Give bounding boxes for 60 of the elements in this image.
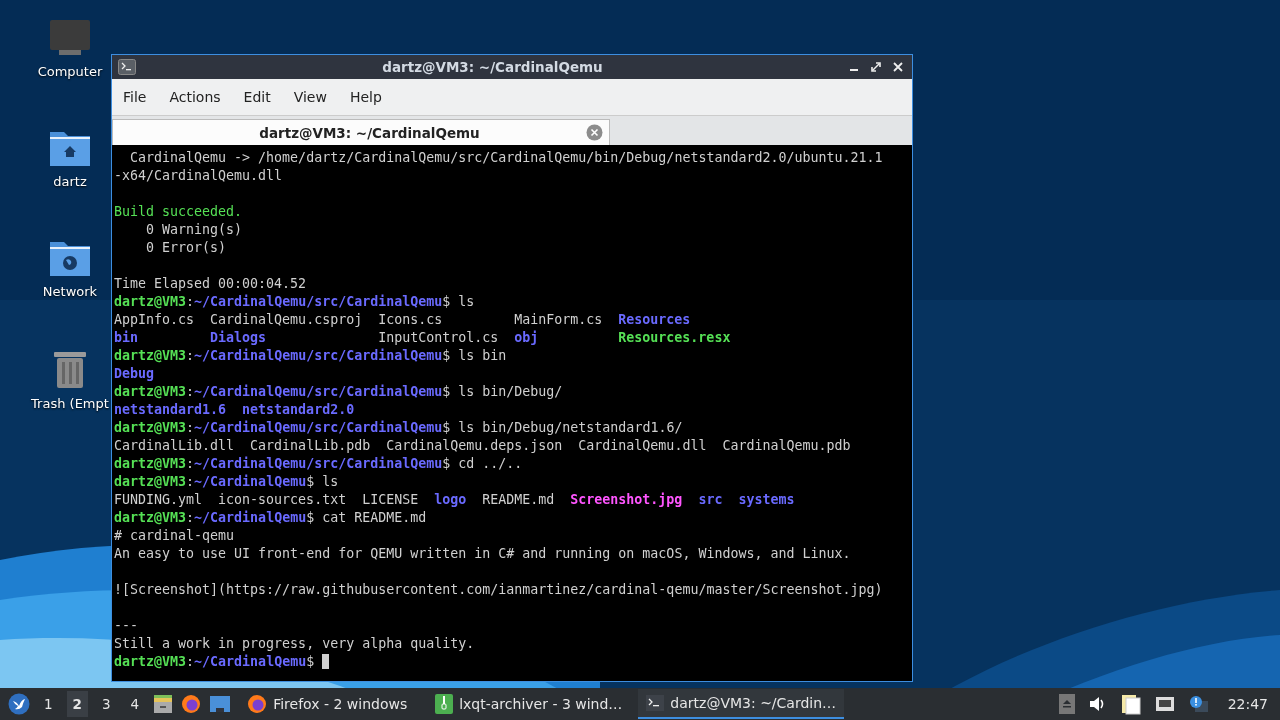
- menu-item[interactable]: Help: [348, 87, 390, 107]
- firefox-icon: [247, 694, 268, 714]
- terminal-line: An easy to use UI front-end for QEMU written in C# and running on macOS, Windows, and Linux.: [114, 545, 851, 563]
- window-icon[interactable]: [209, 695, 232, 713]
- terminal-line: AppInfo.cs CardinalQemu.csproj Icons.cs MainForm.cs Resources: [114, 311, 691, 329]
- terminal-line: # cardinal-qemu: [114, 527, 235, 545]
- taskbar-task[interactable]: dartz@VM3: ~/Cardin…: [638, 689, 845, 719]
- file-cabinet-icon[interactable]: [153, 694, 174, 714]
- terminal-line: dartz@VM3:~/CardinalQemu$ ls: [114, 473, 339, 491]
- desktop-icon-label[interactable]: Trash (Empt: [31, 396, 109, 411]
- menu-item[interactable]: Actions: [168, 87, 229, 107]
- window-title: dartz@VM3: ~/CardinalQemu: [381, 59, 604, 75]
- bird-logo-icon[interactable]: [8, 693, 30, 715]
- monitor-icon[interactable]: [49, 18, 91, 58]
- terminal-line: dartz@VM3:~/CardinalQemu/src/CardinalQemu$ ls bin/Debug/netstandard1.6/: [114, 419, 683, 437]
- terminal-line: dartz@VM3:~/CardinalQemu/src/CardinalQemu$ ls bin: [114, 347, 507, 365]
- menu-item[interactable]: View: [292, 87, 335, 107]
- desktop-icon-label[interactable]: Network: [42, 284, 98, 299]
- terminal-line: dartz@VM3:~/CardinalQemu$ cat README.md: [114, 509, 427, 527]
- workspace-button[interactable]: 3: [96, 691, 117, 717]
- eject-icon[interactable]: [1058, 694, 1075, 714]
- menu-item[interactable]: File: [122, 87, 155, 107]
- terminal-line: -x64/CardinalQemu.dll: [114, 167, 283, 185]
- terminal-line: CardinalQemu -> /home/dartz/CardinalQemu/src/CardinalQemu/bin/Debug/netstandard2.0/ubuntu.21.1: [129, 149, 883, 167]
- workspace-button[interactable]: 1: [38, 691, 59, 717]
- desktop-icon-label[interactable]: dartz: [53, 174, 87, 189]
- notification-icon[interactable]: [1188, 695, 1209, 713]
- terminal-tab[interactable]: dartz@VM3: ~/CardinalQemu: [112, 119, 610, 145]
- terminal-line: netstandard1.6 netstandard2.0: [114, 401, 355, 419]
- terminal-line: Still a work in progress, very alpha quality.: [114, 635, 475, 653]
- menu-item[interactable]: Edit: [242, 87, 279, 107]
- maximize-icon[interactable]: [871, 62, 881, 72]
- taskbar-task[interactable]: Firefox - 2 windows: [239, 689, 420, 719]
- workspace-button[interactable]: 2: [66, 691, 88, 717]
- terminal-icon: [646, 695, 665, 711]
- clipboard-icon[interactable]: [1120, 693, 1141, 715]
- terminal-line: Debug: [114, 365, 155, 383]
- text-cursor: [322, 654, 330, 669]
- terminal-line: CardinalLib.dll CardinalLib.pdb CardinalQemu.deps.json CardinalQemu.dll CardinalQemu.pdb: [114, 437, 851, 455]
- terminal-line: 0 Warning(s): [145, 221, 243, 239]
- clock[interactable]: 22:47: [1227, 696, 1272, 712]
- terminal-line: dartz@VM3:~/CardinalQemu/src/CardinalQemu$ cd ../..: [114, 455, 523, 473]
- terminal-line: ![Screenshot](https://raw.githubusercontent.com/ianmartinez/cardinal-qemu/master/Screenshot.jpg): [114, 581, 883, 599]
- terminal-line: dartz@VM3:~/CardinalQemu/src/CardinalQemu$ ls: [114, 293, 475, 311]
- terminal-line: FUNDING.yml icon-sources.txt LICENSE logo README.md Screenshot.jpg src systems: [114, 491, 795, 509]
- taskbar-task[interactable]: lxqt-archiver - 3 wind…: [427, 689, 631, 719]
- firefox-icon[interactable]: [181, 694, 202, 714]
- terminal-line: Build succeeded.: [114, 203, 243, 221]
- workspace-button[interactable]: 4: [124, 691, 146, 717]
- network-icon[interactable]: [1154, 696, 1175, 712]
- terminal-line: dartz@VM3:~/CardinalQemu/src/CardinalQemu$ ls bin/Debug/: [114, 383, 563, 401]
- terminal-line: 0 Error(s): [145, 239, 227, 257]
- desktop-icon-label[interactable]: Computer: [37, 64, 103, 79]
- terminal-icon: [118, 59, 136, 75]
- zip-archive-icon: [435, 694, 454, 714]
- terminal-line: dartz@VM3:~/CardinalQemu$: [114, 653, 316, 671]
- close-icon[interactable]: [893, 62, 903, 72]
- terminal-line: ---: [114, 617, 139, 635]
- terminal-line: bin Dialogs InputControl.cs obj Resources.resx: [114, 329, 731, 347]
- terminal-line: Time Elapsed 00:00:04.52: [114, 275, 307, 293]
